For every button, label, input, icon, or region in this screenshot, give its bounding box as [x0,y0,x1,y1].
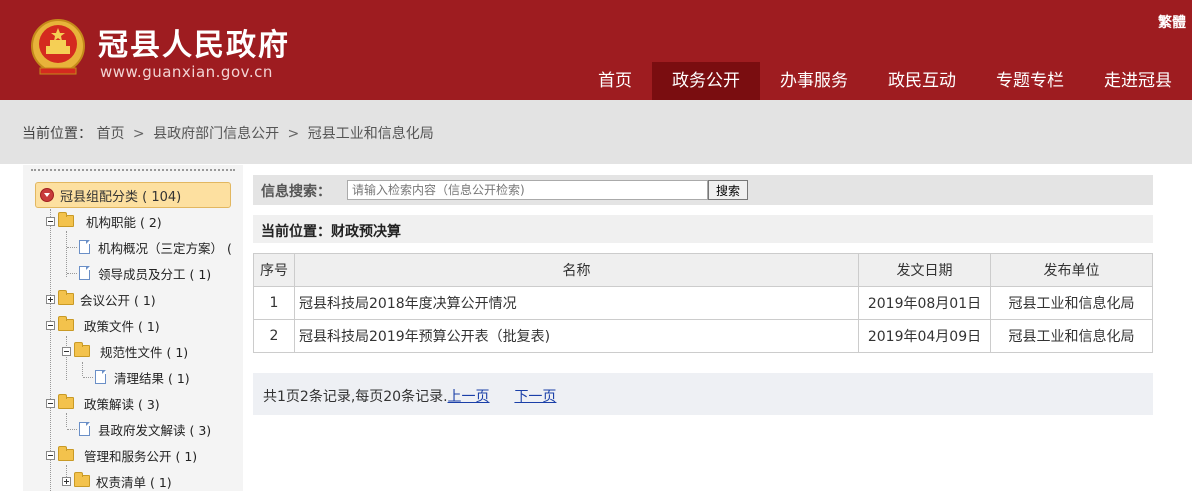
collapse-icon[interactable] [46,398,55,408]
tree-item-label: 机构职能 ( 2) [86,214,162,230]
tree-line [83,376,93,378]
tree-item[interactable]: 领导成员及分工 ( 1) [67,263,211,283]
tree-item-label: 规范性文件 ( 1) [100,344,189,360]
main-nav: 首页 政务公开 办事服务 政民互动 专题专栏 走进冠县 [578,62,1192,100]
category-tree: 冠县组配分类 ( 104) 机构职能 ( 2) 机构概况（三定方案） ( 领导成… [23,165,243,491]
tree-item[interactable]: 会议公开 ( 1) [46,289,156,309]
publish-date: 2019年04月09日 [858,319,991,353]
publisher: 冠县工业和信息化局 [990,286,1153,320]
document-icon [95,370,106,384]
tree-item[interactable]: 政策文件 ( 1) [46,315,160,335]
tree-item[interactable]: 县政府发文解读 ( 3) [67,419,211,439]
pagination: 共1页2条记录,每页20条记录.上一页 下一页 [253,373,1153,415]
nav-home[interactable]: 首页 [578,62,652,100]
breadcrumb-prefix: 当前位置： [22,126,92,142]
site-header: 冠县人民政府 www.guanxian.gov.cn 繁體 首页 政务公开 办事… [0,0,1192,100]
site-title: 冠县人民政府 [98,28,290,63]
tree-item-label: 县政府发文解读 ( 3) [98,422,212,438]
tree-item-label: 清理结果 ( 1) [114,370,190,386]
folder-icon [74,342,90,357]
publisher: 冠县工业和信息化局 [990,319,1153,353]
tree-item[interactable]: 权责清单 ( 1) [62,471,172,491]
next-page-link[interactable]: 下一页 [514,389,556,405]
breadcrumb-current[interactable]: 冠县工业和信息化局 [308,126,434,142]
prev-page-link[interactable]: 上一页 [448,389,490,405]
search-button[interactable]: 搜索 [708,180,748,200]
tree-item[interactable]: 政策解读 ( 3) [46,393,160,413]
tree-root[interactable]: 冠县组配分类 ( 104) [35,182,231,208]
divider [31,169,235,171]
collapse-icon[interactable] [46,320,55,330]
tree-line [67,428,77,430]
tree-item-label: 会议公开 ( 1) [80,292,156,308]
tree-item-label: 机构概况（三定方案） ( [98,240,232,256]
collapse-icon [40,188,54,202]
nav-services[interactable]: 办事服务 [760,62,868,100]
section-location-bar: 当前位置：财政预决算 [253,215,1153,243]
table-row: 1 冠县科技局2018年度决算公开情况 2019年08月01日 冠县工业和信息化… [253,286,1153,320]
table-row: 2 冠县科技局2019年预算公开表（批复表) 2019年04月09日 冠县工业和… [253,319,1153,353]
pagination-text: 共1页2条记录,每页20条记录.上一页 下一页 [263,386,556,406]
folder-icon [74,472,90,487]
nav-about-guanxian[interactable]: 走进冠县 [1084,62,1192,100]
folder-icon [58,394,74,409]
folder-icon [58,290,74,305]
search-label: 信息搜索： [261,184,331,200]
folder-icon [58,212,74,227]
traditional-chinese-toggle[interactable]: 繁體 [1158,12,1186,32]
breadcrumb: 当前位置： 首页 > 县政府部门信息公开 > 冠县工业和信息化局 [22,123,434,143]
col-header-no: 序号 [253,253,295,287]
col-header-date: 发文日期 [858,253,991,287]
document-table: 序号 名称 发文日期 发布单位 1 冠县科技局2018年度决算公开情况 2019… [253,253,1153,353]
tree-item-label: 政策文件 ( 1) [84,318,160,334]
row-number: 2 [253,319,295,353]
tree-item-label: 领导成员及分工 ( 1) [98,266,212,282]
breadcrumb-separator: > [287,126,300,142]
nav-government-affairs[interactable]: 政务公开 [652,62,760,100]
folder-icon [58,316,74,331]
search-bar: 信息搜索： 搜索 [253,175,1153,205]
col-header-name: 名称 [294,253,859,287]
nav-topics[interactable]: 专题专栏 [976,62,1084,100]
tree-line [67,246,77,248]
tree-item-label: 政策解读 ( 3) [84,396,160,412]
collapse-icon[interactable] [46,216,55,226]
tree-root-label: 冠县组配分类 ( 104) [60,189,182,205]
breadcrumb-bar: 当前位置： 首页 > 县政府部门信息公开 > 冠县工业和信息化局 [0,100,1192,164]
search-input[interactable] [347,180,708,200]
national-emblem-icon [31,19,85,75]
tree-item[interactable]: 机构职能 ( 2) [46,211,162,231]
section-location: 当前位置：财政预决算 [261,224,401,240]
document-icon [79,422,90,436]
document-icon [79,266,90,280]
tree-item[interactable]: 机构概况（三定方案） ( [67,237,232,257]
expand-icon[interactable] [46,294,55,304]
tree-item[interactable]: 管理和服务公开 ( 1) [46,445,197,465]
breadcrumb-home[interactable]: 首页 [96,126,124,142]
collapse-icon[interactable] [62,346,71,356]
document-title-link[interactable]: 冠县科技局2019年预算公开表（批复表) [294,319,859,353]
breadcrumb-dept-info[interactable]: 县政府部门信息公开 [153,126,279,142]
collapse-icon[interactable] [46,450,55,460]
expand-icon[interactable] [62,476,71,486]
tree-line [67,272,77,274]
row-number: 1 [253,286,295,320]
publish-date: 2019年08月01日 [858,286,991,320]
document-title-link[interactable]: 冠县科技局2018年度决算公开情况 [294,286,859,320]
nav-interaction[interactable]: 政民互动 [868,62,976,100]
document-icon [79,240,90,254]
table-header-row: 序号 名称 发文日期 发布单位 [253,253,1153,287]
folder-icon [58,446,74,461]
breadcrumb-separator: > [132,126,145,142]
tree-item-label: 权责清单 ( 1) [96,474,172,490]
tree-item[interactable]: 规范性文件 ( 1) [62,341,188,361]
pagination-summary: 共1页2条记录,每页20条记录. [263,389,448,405]
tree-item-label: 管理和服务公开 ( 1) [84,448,198,464]
site-url: www.guanxian.gov.cn [100,63,273,81]
col-header-unit: 发布单位 [990,253,1153,287]
tree-item[interactable]: 清理结果 ( 1) [83,367,190,387]
